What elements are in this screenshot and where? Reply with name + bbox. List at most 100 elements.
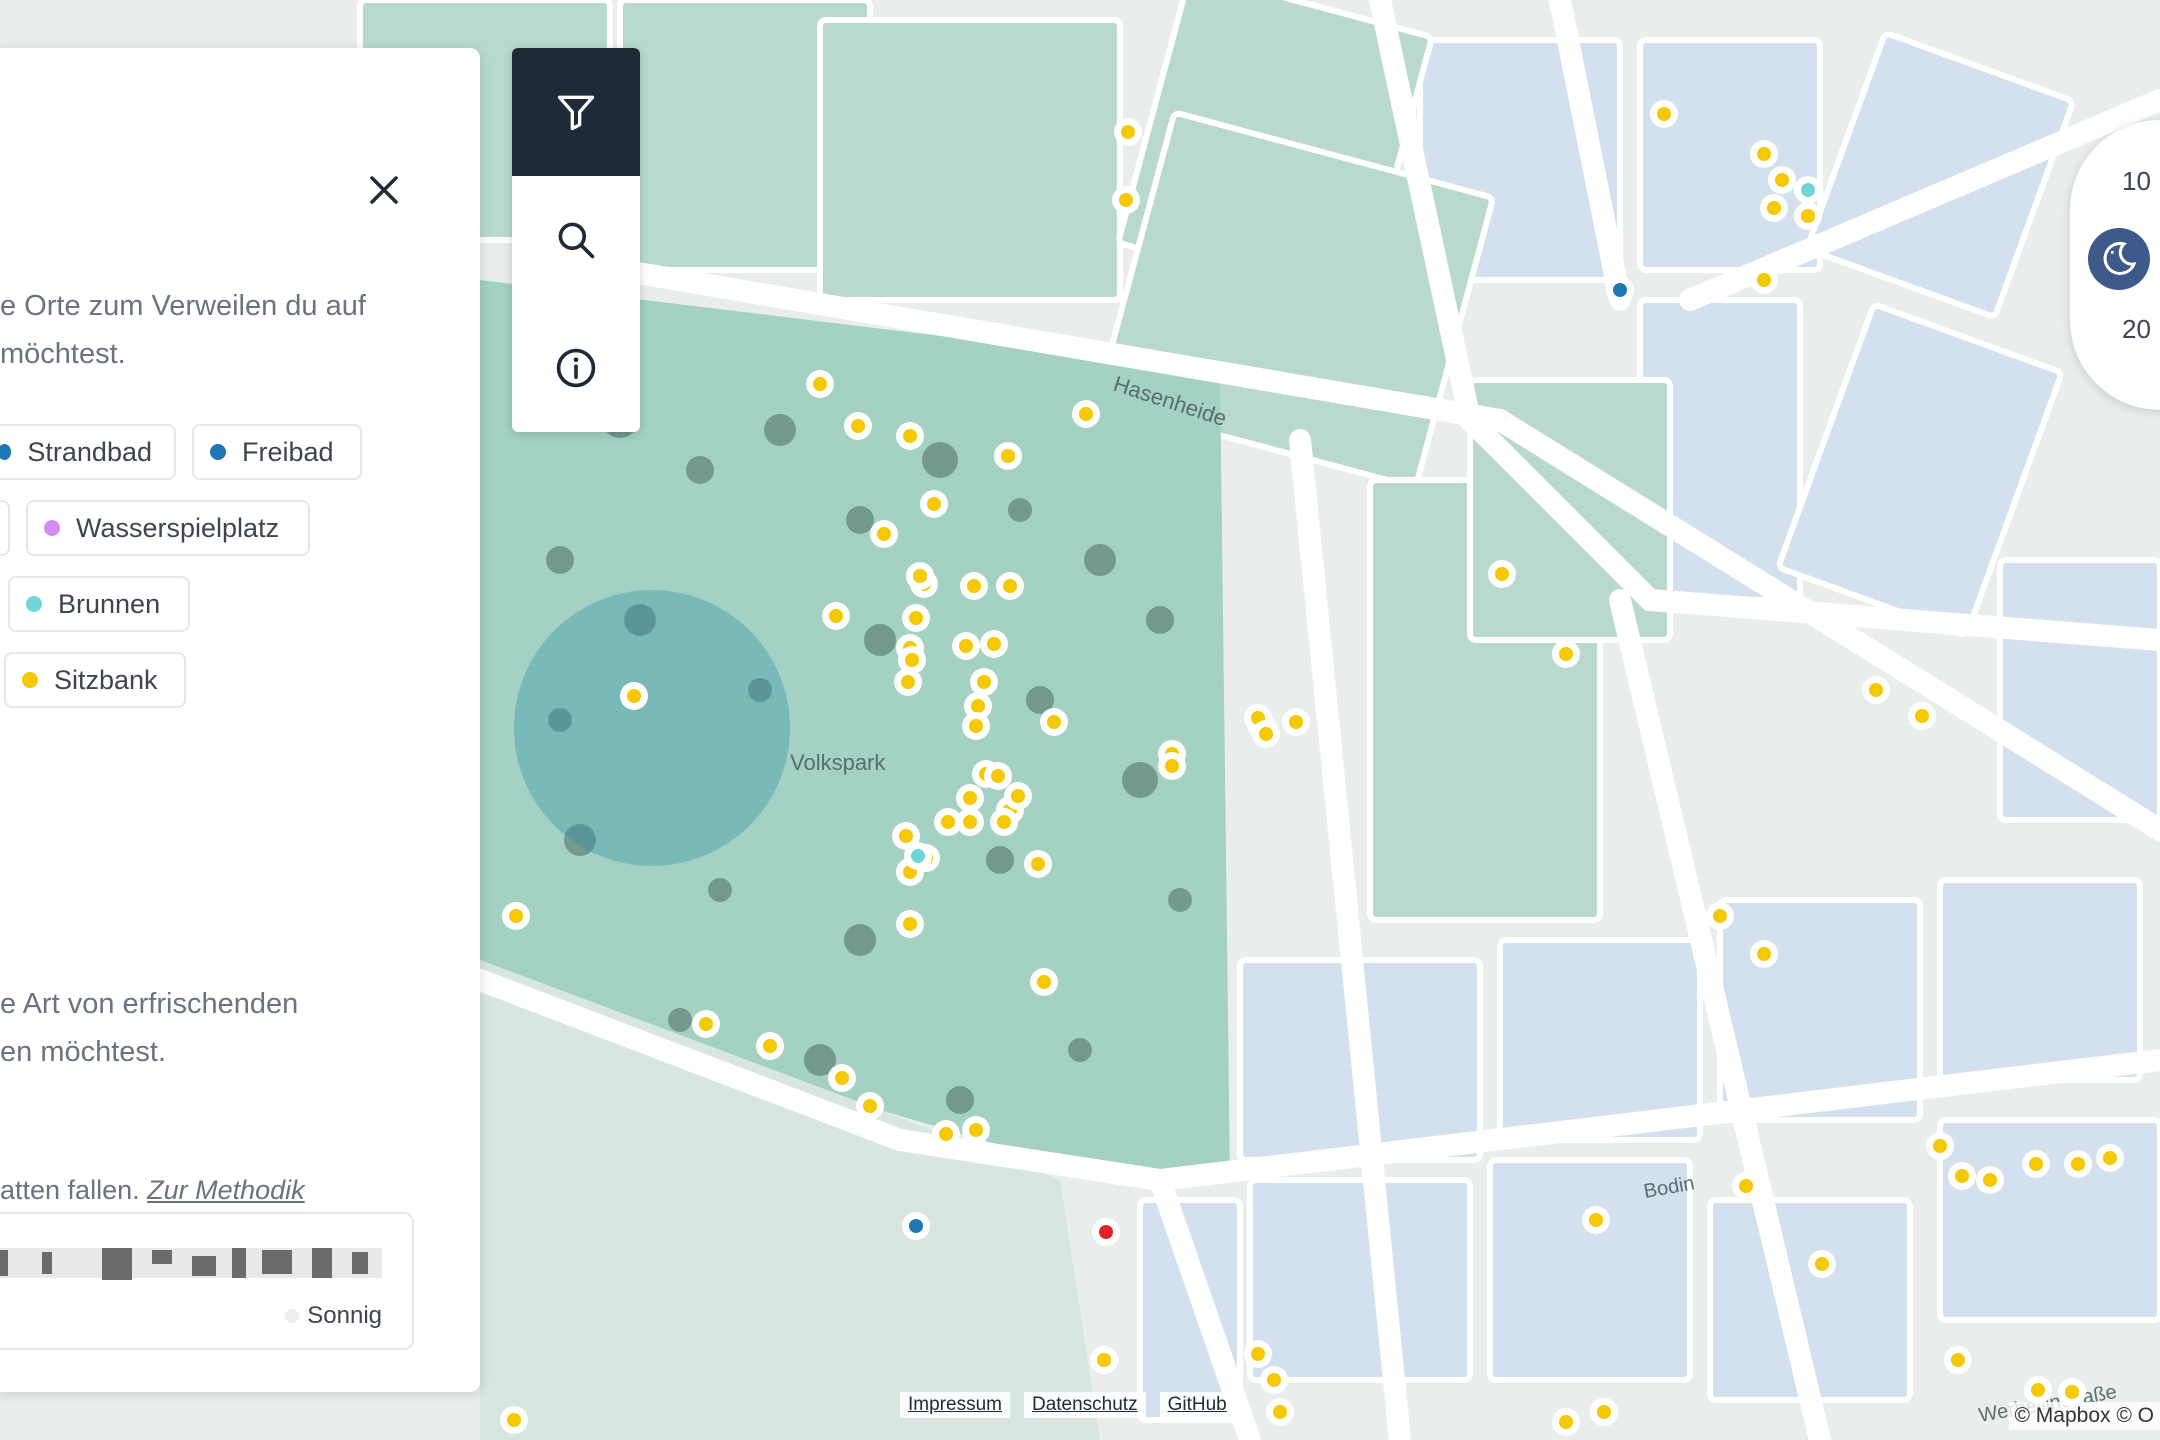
sitzbank-marker[interactable] [1775,173,1789,187]
time-toggle-button[interactable] [2088,228,2150,290]
chip-sitzbank[interactable]: Sitzbank [4,652,186,708]
sitzbank-marker[interactable] [1757,147,1771,161]
sitzbank-marker[interactable] [959,639,973,653]
search-button[interactable] [512,176,640,304]
datenschutz-link[interactable]: Datenschutz [1023,1392,1146,1418]
freibad-marker[interactable] [909,1219,923,1233]
sitzbank-marker[interactable] [1757,273,1771,287]
sitzbank-marker[interactable] [1259,727,1273,741]
sitzbank-marker[interactable] [763,1039,777,1053]
sitzbank-marker[interactable] [1047,715,1061,729]
info-button[interactable] [512,304,640,432]
sitzbank-marker[interactable] [1495,567,1509,581]
sitzbank-marker[interactable] [969,719,983,733]
sitzbank-marker[interactable] [1739,1179,1753,1193]
freibad-marker[interactable] [1613,283,1627,297]
sitzbank-marker[interactable] [851,419,865,433]
sitzbank-marker[interactable] [1031,857,1045,871]
chip-freibad[interactable]: Freibad [192,424,362,480]
strandbad-dot-icon [0,444,12,460]
sitzbank-marker[interactable] [941,815,955,829]
sitzbank-marker[interactable] [909,611,923,625]
map-label-volkspark: Volkspark [790,750,886,775]
brunnen-marker[interactable] [1801,183,1815,197]
sitzbank-marker[interactable] [507,1413,521,1427]
sitzbank-marker[interactable] [1097,1353,1111,1367]
brunnen-marker[interactable] [911,849,925,863]
sitzbank-marker[interactable] [627,689,641,703]
sitzbank-marker[interactable] [1983,1173,1997,1187]
sitzbank-marker[interactable] [1003,579,1017,593]
sitzbank-marker[interactable] [963,815,977,829]
sitzbank-marker[interactable] [1713,909,1727,923]
chip-label: Strandbad [27,436,152,467]
sitzbank-marker[interactable] [1559,647,1573,661]
sitzbank-marker[interactable] [987,637,1001,651]
sitzbank-marker[interactable] [1165,759,1179,773]
sitzbank-marker[interactable] [903,429,917,443]
sitzbank-marker[interactable] [1657,107,1671,121]
sitzbank-marker[interactable] [699,1017,713,1031]
sitzbank-marker[interactable] [1815,1257,1829,1271]
sitzbank-marker[interactable] [967,579,981,593]
sitzbank-marker[interactable] [991,769,1005,783]
chip-wasserspielplatz[interactable]: Wasserspielplatz [26,500,310,556]
sitzbank-marker[interactable] [2065,1385,2079,1399]
sitzbank-marker[interactable] [969,1123,983,1137]
close-button[interactable] [362,168,406,212]
method-link[interactable]: Zur Methodik [147,1175,305,1205]
sitzbank-marker[interactable] [1869,683,1883,697]
sitzbank-marker[interactable] [905,653,919,667]
sitzbank-marker[interactable] [913,569,927,583]
sitzbank-marker[interactable] [2029,1157,2043,1171]
sitzbank-marker[interactable] [2103,1151,2117,1165]
map-canvas[interactable]: Hasenheide Volkspark Bodin Werbellinstra… [0,0,2160,1440]
sitzbank-marker[interactable] [1801,209,1815,223]
sitzbank-marker[interactable] [1037,975,1051,989]
sitzbank-marker[interactable] [899,829,913,843]
sitzbank-marker[interactable] [1589,1213,1603,1227]
sitzbank-marker[interactable] [1915,709,1929,723]
github-link[interactable]: GitHub [1159,1392,1235,1418]
sitzbank-marker[interactable] [2031,1383,2045,1397]
sitzbank-marker[interactable] [1119,193,1133,207]
sitzbank-marker[interactable] [813,377,827,391]
sitzbank-marker[interactable] [1559,1415,1573,1429]
sitzbank-marker[interactable] [1767,201,1781,215]
chip-strandbad[interactable]: Strandbad [0,424,176,480]
sitzbank-marker[interactable] [1955,1169,1969,1183]
sitzbank-marker[interactable] [927,497,941,511]
sitzbank-marker[interactable] [1273,1405,1287,1419]
sitzbank-marker[interactable] [1933,1139,1947,1153]
sitzbank-marker[interactable] [1597,1405,1611,1419]
sitzbank-marker[interactable] [997,815,1011,829]
sitzbank-marker[interactable] [863,1099,877,1113]
sitzbank-marker[interactable] [1267,1373,1281,1387]
time-value-bottom[interactable]: 20 [2122,314,2151,345]
sitzbank-marker[interactable] [977,675,991,689]
sitzbank-marker[interactable] [963,791,977,805]
sitzbank-marker[interactable] [1079,407,1093,421]
time-value-top[interactable]: 10 [2122,166,2151,197]
sitzbank-marker[interactable] [939,1127,953,1141]
sitzbank-marker[interactable] [509,909,523,923]
chip-brunnen[interactable]: Brunnen [8,576,190,632]
sitzbank-marker[interactable] [1001,449,1015,463]
sitzbank-marker[interactable] [1757,947,1771,961]
filter-button[interactable] [512,48,640,176]
sitzbank-marker[interactable] [1121,125,1135,139]
sitzbank-marker[interactable] [877,527,891,541]
sitzbank-marker[interactable] [829,609,843,623]
sitzbank-marker[interactable] [1011,789,1025,803]
chip-hidden-left[interactable] [0,500,10,556]
sitzbank-marker[interactable] [1289,715,1303,729]
selected-marker[interactable] [1099,1225,1113,1239]
sitzbank-marker[interactable] [903,917,917,931]
sitzbank-marker[interactable] [1251,1347,1265,1361]
impressum-link[interactable]: Impressum [900,1392,1010,1418]
sitzbank-marker[interactable] [971,699,985,713]
sitzbank-marker[interactable] [1951,1353,1965,1367]
sitzbank-marker[interactable] [2071,1157,2085,1171]
sitzbank-marker[interactable] [901,675,915,689]
sitzbank-marker[interactable] [835,1071,849,1085]
